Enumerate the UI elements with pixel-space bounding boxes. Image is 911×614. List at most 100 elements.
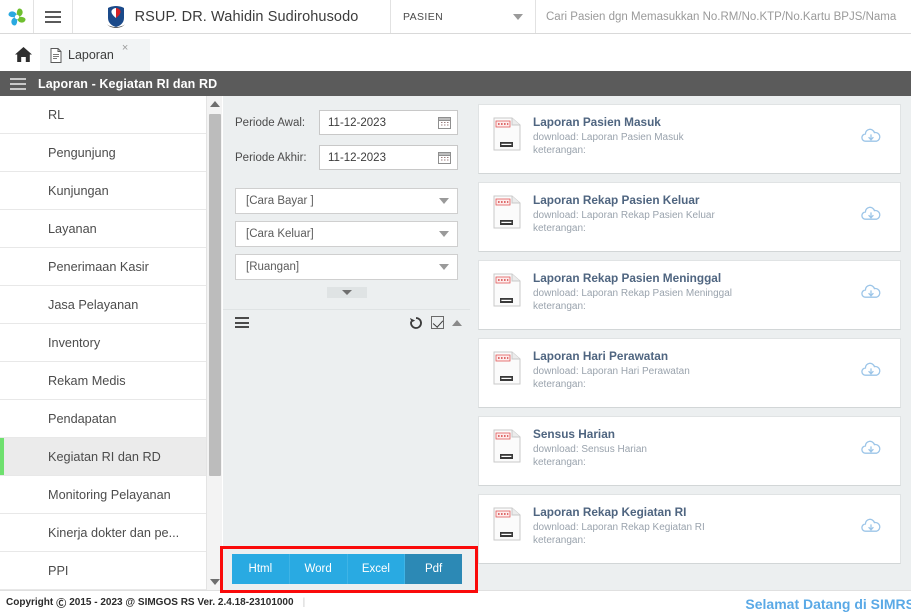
- report-title: Laporan Rekap Pasien Keluar: [533, 193, 700, 207]
- simgos-pinwheel-logo-icon: [5, 5, 29, 29]
- report-file-icon: [493, 351, 521, 385]
- filter-selects: [Cara Bayar ] [Cara Keluar] [Ruangan]: [235, 188, 458, 280]
- main-menu-button[interactable]: [34, 0, 73, 33]
- tab-label: Laporan: [68, 48, 114, 62]
- chevron-down-icon: [439, 264, 449, 270]
- tab-strip: Laporan ×: [0, 34, 911, 71]
- sidebar-item-jasa-pelayanan[interactable]: Jasa Pelayanan: [0, 286, 206, 324]
- close-icon[interactable]: ×: [122, 42, 128, 54]
- sidebar-item-label: Kegiatan RI dan RD: [48, 449, 161, 464]
- hamburger-menu-icon: [45, 10, 61, 23]
- report-file-icon: [493, 273, 521, 307]
- report-title: Sensus Harian: [533, 427, 615, 441]
- sidebar-item-pendapatan[interactable]: Pendapatan: [0, 400, 206, 438]
- tab-laporan[interactable]: Laporan ×: [40, 39, 150, 71]
- periode-akhir-row: Periode Akhir: 11-12-2023: [235, 145, 458, 170]
- report-card[interactable]: Laporan Pasien Masuk download: Laporan Pa…: [478, 104, 901, 174]
- patient-search-field[interactable]: Cari Pasien dgn Memasukkan No.RM/No.KTP/…: [536, 0, 911, 33]
- report-keterangan-label: keterangan:: [533, 379, 586, 390]
- footer-divider: |: [302, 597, 306, 608]
- document-icon: [50, 47, 62, 63]
- report-card[interactable]: Laporan Rekap Pasien Meninggal download: …: [478, 260, 901, 330]
- filter-select-0[interactable]: [Cara Bayar ]: [235, 188, 458, 214]
- sidebar-item-label: Layanan: [48, 221, 97, 236]
- sidebar-item-label: PPI: [48, 563, 69, 578]
- hamburger-menu-icon[interactable]: [10, 77, 26, 90]
- cloud-download-icon[interactable]: [860, 283, 882, 301]
- scrollbar-thumb[interactable]: [209, 114, 221, 476]
- sidebar-item-label: Kunjungan: [48, 183, 109, 198]
- periode-akhir-value: 11-12-2023: [328, 151, 386, 164]
- highlight-annotation-box: [220, 546, 478, 593]
- sidebar-item-rekam-medis[interactable]: Rekam Medis: [0, 362, 206, 400]
- expand-filters-button[interactable]: [326, 287, 367, 298]
- hospital-identity: RSUP. DR. Wahidin Sudirohusodo: [73, 0, 391, 33]
- app-logo[interactable]: [0, 0, 34, 33]
- report-card[interactable]: Laporan Rekap Kegiatan RI download: Lapor…: [478, 494, 901, 564]
- search-scope-select[interactable]: PASIEN: [391, 0, 536, 33]
- checkbox-checked-icon[interactable]: [431, 316, 444, 329]
- sidebar-item-monitoring-pelayanan[interactable]: Monitoring Pelayanan: [0, 476, 206, 514]
- cloud-download-icon[interactable]: [860, 205, 882, 223]
- report-card-text: Laporan Rekap Pasien Keluar download: Lap…: [533, 193, 888, 234]
- report-keterangan-label: keterangan:: [533, 457, 586, 468]
- top-header-bar: RSUP. DR. Wahidin Sudirohusodo PASIEN Ca…: [0, 0, 911, 34]
- sidebar-item-label: Penerimaan Kasir: [48, 259, 149, 274]
- sidebar-item-kegiatan-ri-dan-rd[interactable]: Kegiatan RI dan RD: [0, 438, 206, 476]
- report-file-icon: [493, 117, 521, 151]
- sidebar-item-rl[interactable]: RL: [0, 96, 206, 134]
- sidebar-item-label: Pendapatan: [48, 411, 117, 426]
- filter-select-2[interactable]: [Ruangan]: [235, 254, 458, 280]
- sidebar-item-penerimaan-kasir[interactable]: Penerimaan Kasir: [0, 248, 206, 286]
- report-keterangan-label: keterangan:: [533, 145, 586, 156]
- report-card[interactable]: Laporan Hari Perawatan download: Laporan …: [478, 338, 901, 408]
- cloud-download-icon[interactable]: [860, 439, 882, 457]
- chevron-down-icon: [439, 198, 449, 204]
- sidebar-item-kunjungan[interactable]: Kunjungan: [0, 172, 206, 210]
- filter-toolbar: [223, 309, 470, 335]
- sidebar-item-pengunjung[interactable]: Pengunjung: [0, 134, 206, 172]
- periode-awal-row: Periode Awal: 11-12-2023: [235, 110, 458, 135]
- report-download-label: download: Laporan Rekap Pasien Keluar: [533, 210, 715, 221]
- periode-awal-label: Periode Awal:: [235, 116, 306, 129]
- filter-panel: Periode Awal: 11-12-2023 Periode Akhir:: [223, 96, 470, 590]
- footer-bar: Copyright Ⓒ 2015 - 2023 @ SIMGOS RS Ver.…: [0, 590, 911, 614]
- report-card[interactable]: Laporan Rekap Pasien Keluar download: Lap…: [478, 182, 901, 252]
- calendar-icon[interactable]: [438, 151, 451, 164]
- report-card[interactable]: Sensus Harian download: Sensus Harian kete…: [478, 416, 901, 486]
- list-icon[interactable]: [235, 317, 249, 328]
- report-download-label: download: Sensus Harian: [533, 444, 647, 455]
- cloud-download-icon[interactable]: [860, 127, 882, 145]
- chevron-down-icon: [341, 290, 352, 295]
- home-icon: [14, 46, 32, 62]
- report-file-icon: [493, 507, 521, 541]
- history-restore-icon[interactable]: [409, 316, 423, 330]
- application-window: RSUP. DR. Wahidin Sudirohusodo PASIEN Ca…: [0, 0, 911, 614]
- chevron-down-icon: [439, 231, 449, 237]
- chevron-down-icon: [513, 13, 523, 20]
- cloud-download-icon[interactable]: [860, 517, 882, 535]
- sidebar-item-label: RL: [48, 107, 65, 122]
- periode-awal-value: 11-12-2023: [328, 116, 386, 129]
- cloud-download-icon[interactable]: [860, 361, 882, 379]
- sidebar-scrollbar[interactable]: [206, 96, 222, 590]
- page-title-bar: Laporan - Kegiatan RI dan RD: [0, 71, 911, 96]
- chevron-up-icon[interactable]: [452, 319, 462, 326]
- filter-select-1[interactable]: [Cara Keluar]: [235, 221, 458, 247]
- periode-awal-input[interactable]: 11-12-2023: [319, 110, 458, 135]
- scroll-up-arrow-icon[interactable]: [207, 96, 223, 112]
- report-card-text: Laporan Pasien Masuk download: Laporan Pa…: [533, 115, 888, 156]
- report-download-label: download: Laporan Rekap Pasien Meninggal: [533, 288, 733, 299]
- sidebar-item-layanan[interactable]: Layanan: [0, 210, 206, 248]
- periode-akhir-input[interactable]: 11-12-2023: [319, 145, 458, 170]
- calendar-icon[interactable]: [438, 116, 451, 129]
- home-tab-button[interactable]: [8, 37, 38, 71]
- sidebar-item-inventory[interactable]: Inventory: [0, 324, 206, 362]
- report-file-icon: [493, 195, 521, 229]
- report-keterangan-label: keterangan:: [533, 223, 586, 234]
- sidebar-item-label: Rekam Medis: [48, 373, 126, 388]
- sidebar-item-kinerja-dokter-dan-pe[interactable]: Kinerja dokter dan pe...: [0, 514, 206, 552]
- sidebar-item-label: Pengunjung: [48, 145, 116, 160]
- hospital-shield-logo-icon: [105, 5, 127, 29]
- sidebar-item-ppi[interactable]: PPI: [0, 552, 206, 590]
